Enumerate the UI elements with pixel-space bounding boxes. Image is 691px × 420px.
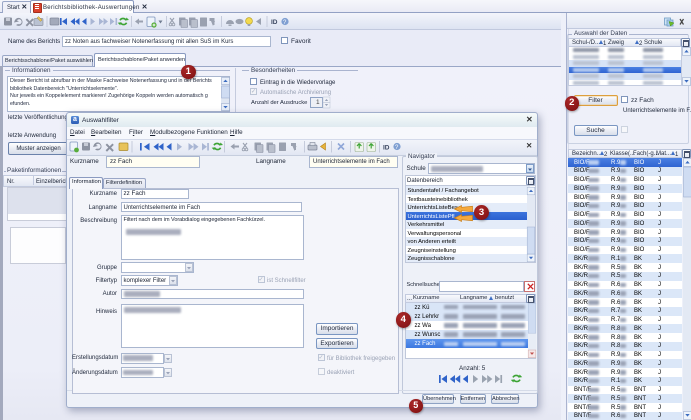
svg-text:ID: ID: [271, 19, 278, 26]
svg-text:ID: ID: [383, 145, 390, 152]
